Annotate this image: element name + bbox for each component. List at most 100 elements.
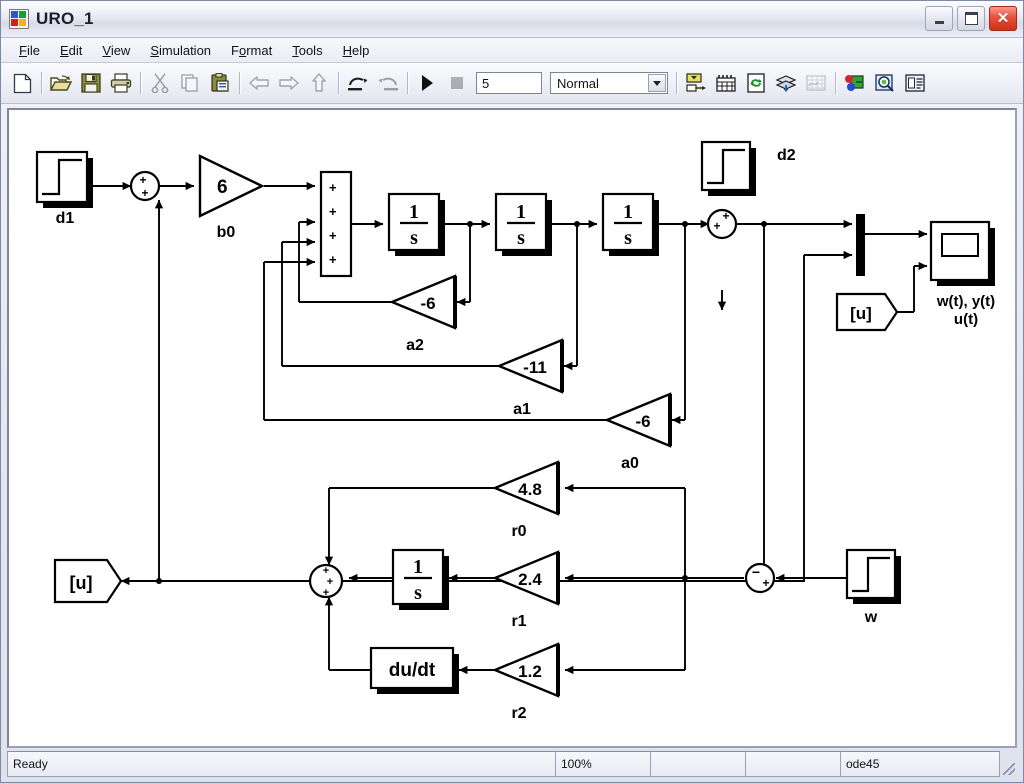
simulation-mode-value: Normal [557, 75, 599, 91]
block-diagram[interactable]: d1 + + 6 b0 + + + + 1 s 1 s 1 s -6 a2 -1… [9, 110, 1015, 746]
block-step-w[interactable]: w [845, 548, 901, 626]
block-step-d1[interactable]: d1 [35, 150, 93, 227]
toolbar-separator [136, 72, 145, 94]
status-bar: Ready 100% ode45 [7, 751, 1017, 777]
block-gain-a1[interactable]: -11 a1 [495, 338, 564, 418]
toolbar: 5 Normal [1, 63, 1023, 104]
model-dependency-icon[interactable] [771, 68, 801, 98]
sum-sign-minus: − [752, 564, 760, 580]
block-mux[interactable] [856, 214, 865, 276]
block-gain-a0[interactable]: -6 a0 [603, 392, 672, 472]
from-tag-u: [u] [850, 304, 872, 323]
undo-icon[interactable] [343, 68, 373, 98]
update-diagram-icon[interactable] [741, 68, 771, 98]
block-sum-state[interactable]: + + + + [319, 170, 353, 278]
block-derivative[interactable]: du/dt [369, 646, 459, 694]
block-gain-r2[interactable]: 1.2 r2 [491, 642, 560, 722]
print-icon[interactable] [106, 68, 136, 98]
integrator-numerator: 1 [409, 201, 419, 223]
block-gain-b0[interactable]: 6 b0 [198, 154, 265, 241]
menu-item-format[interactable]: Format [221, 41, 282, 60]
gain-value-r0: 4.8 [518, 480, 542, 499]
signal-junctions [156, 221, 767, 584]
block-from-u[interactable]: [u] [835, 292, 899, 332]
scope-label-line2: u(t) [954, 311, 978, 328]
gain-value-a1: -11 [523, 358, 547, 377]
block-integrator-2[interactable]: 1 s [494, 192, 552, 256]
block-label-a2: a2 [406, 337, 424, 354]
menu-label-edit: dit [68, 42, 83, 58]
block-integrator-3[interactable]: 1 s [601, 192, 659, 256]
block-goto-u[interactable]: [u] [53, 558, 123, 604]
start-simulation-icon[interactable] [412, 68, 442, 98]
block-sum-controller[interactable]: + + + [308, 563, 344, 599]
block-sum-error[interactable]: − + [744, 562, 776, 594]
menu-item-help[interactable]: Help [333, 41, 380, 60]
open-model-icon[interactable] [46, 68, 76, 98]
menu-item-file[interactable]: File [9, 41, 50, 60]
block-label-b0: b0 [217, 224, 236, 241]
minimize-button[interactable] [925, 6, 953, 31]
sum-sign-plus: + [713, 219, 720, 233]
block-scope[interactable]: w(t), y(t) u(t) [929, 220, 995, 328]
integrator-numerator: 1 [516, 201, 526, 223]
block-controller-integrator[interactable]: 1 s [391, 548, 449, 610]
model-advisor-icon[interactable] [870, 68, 900, 98]
chevron-down-icon[interactable] [648, 74, 666, 92]
model-canvas[interactable]: d1 + + 6 b0 + + + + 1 s 1 s 1 s -6 a2 -1… [7, 108, 1017, 748]
menu-label-tools: ools [298, 42, 323, 58]
maximize-button[interactable] [957, 6, 985, 31]
sum-sign-plus: + [141, 186, 148, 200]
toolbar-separator [403, 72, 412, 94]
block-label-r2: r2 [511, 705, 526, 722]
redo-icon[interactable] [373, 68, 403, 98]
close-button[interactable]: ✕ [989, 6, 1017, 31]
block-sum-input[interactable]: + + [129, 170, 161, 202]
block-step-d2[interactable]: d2 [700, 140, 796, 196]
paste-icon[interactable] [205, 68, 235, 98]
block-gain-a2[interactable]: -6 a2 [388, 274, 457, 354]
model-explorer-icon[interactable] [711, 68, 741, 98]
sum-sign-plus: + [762, 576, 769, 590]
integrator-numerator: 1 [623, 201, 633, 223]
menu-item-tools[interactable]: Tools [282, 41, 332, 60]
gain-value-a0: -6 [635, 412, 650, 431]
back-icon[interactable] [244, 68, 274, 98]
title-bar: URO_1 ✕ [1, 1, 1023, 38]
copy-icon[interactable] [175, 68, 205, 98]
status-solver: ode45 [840, 751, 1000, 777]
toggle-scope-manager-icon[interactable] [801, 68, 831, 98]
toolbar-separator [235, 72, 244, 94]
menu-label-help: elp [351, 42, 370, 58]
block-label-a0: a0 [621, 455, 639, 472]
menu-item-simulation[interactable]: Simulation [140, 41, 221, 60]
library-browser-icon[interactable] [681, 68, 711, 98]
forward-icon[interactable] [274, 68, 304, 98]
up-level-icon[interactable] [304, 68, 334, 98]
simulation-stop-time-input[interactable]: 5 [476, 72, 542, 94]
menu-item-view[interactable]: View [92, 41, 140, 60]
menu-label-view: iew [110, 42, 131, 58]
block-gain-r1[interactable]: 2.4 r1 [491, 550, 560, 630]
stop-simulation-icon[interactable] [442, 68, 472, 98]
save-icon[interactable] [76, 68, 106, 98]
resize-grip[interactable] [999, 751, 1017, 777]
debug-icon[interactable] [840, 68, 870, 98]
block-sum-d2[interactable]: + + [706, 208, 738, 240]
minimize-icon [934, 20, 944, 24]
simulation-mode-select[interactable]: Normal [550, 72, 668, 94]
block-integrator-1[interactable]: 1 s [387, 192, 445, 256]
cut-icon[interactable] [145, 68, 175, 98]
simulink-model-window: URO_1 ✕ File Edit View Simulation Format… [0, 0, 1024, 783]
block-parameters-icon[interactable] [900, 68, 930, 98]
derivative-expression: du/dt [389, 660, 436, 681]
block-label-r0: r0 [511, 523, 526, 540]
sum-sign-plus: + [722, 209, 729, 223]
new-model-icon[interactable] [7, 68, 37, 98]
scope-label-line1: w(t), y(t) [936, 293, 995, 310]
gain-value-r2: 1.2 [518, 662, 542, 681]
sum-sign-plus: + [329, 180, 337, 195]
block-gain-r0[interactable]: 4.8 r0 [491, 460, 560, 540]
menu-item-edit[interactable]: Edit [50, 41, 92, 60]
block-label-r1: r1 [511, 613, 526, 630]
